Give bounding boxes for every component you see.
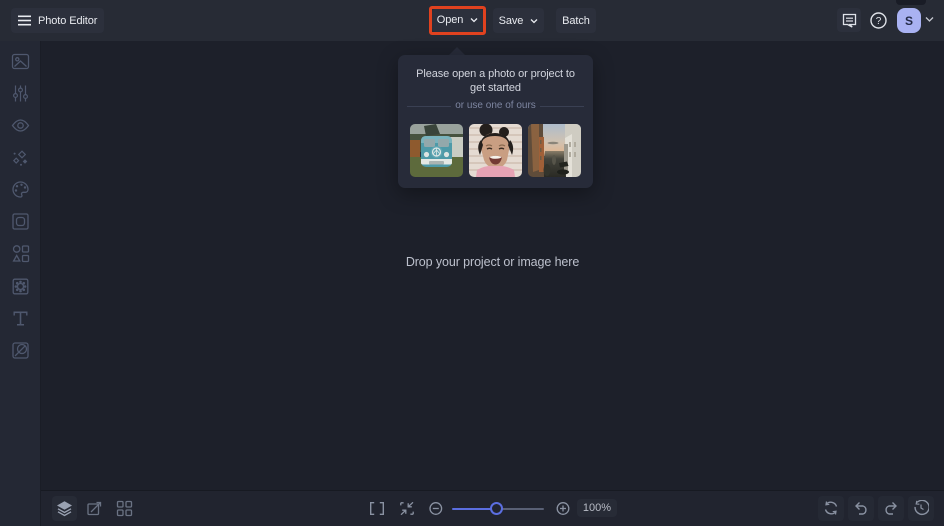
svg-text:?: ? — [875, 16, 881, 27]
